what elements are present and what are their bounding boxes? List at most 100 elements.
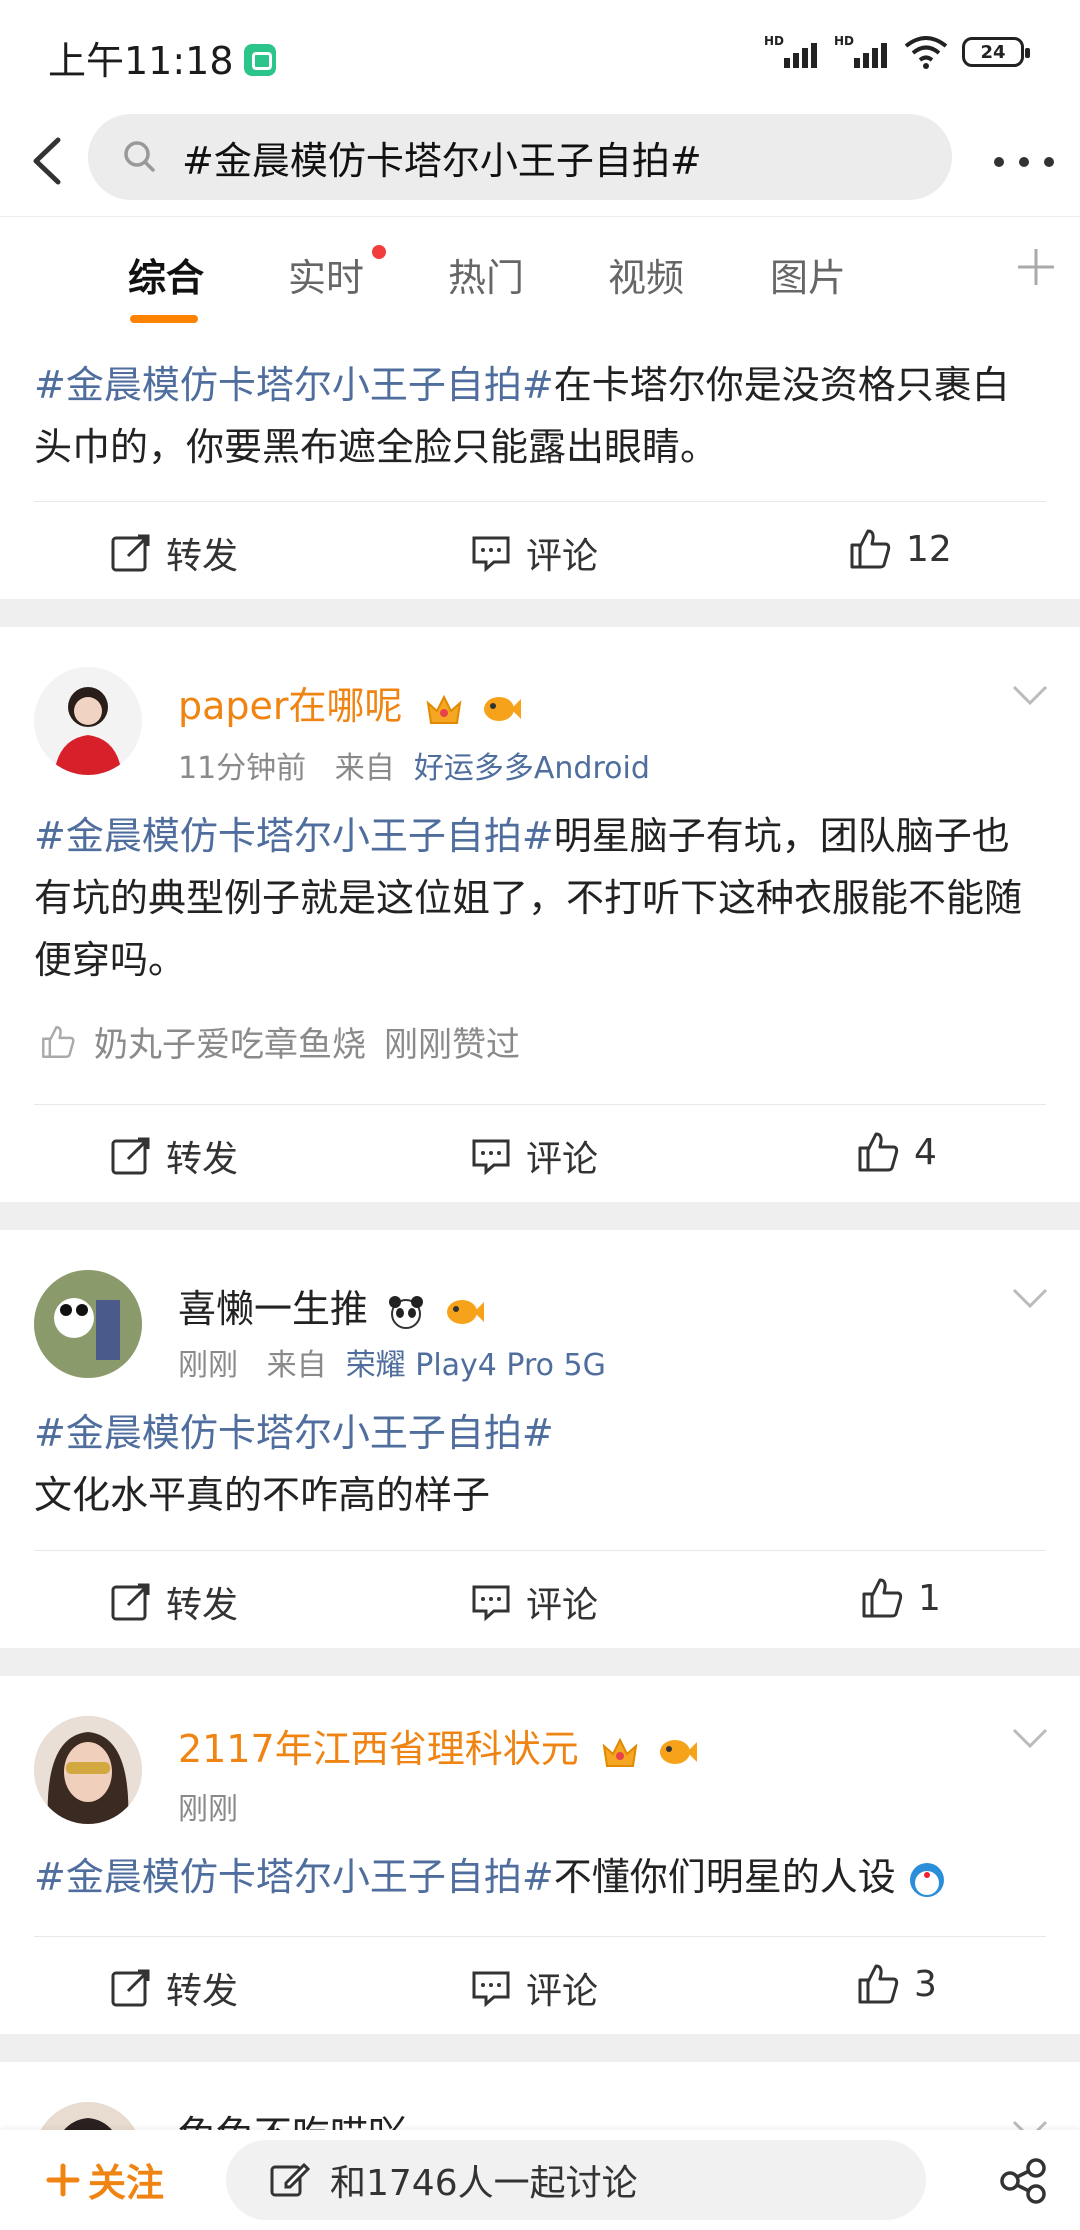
comment-button[interactable]: 评论	[470, 1130, 598, 1182]
like-icon	[850, 529, 891, 569]
doraemon-emoji-icon	[909, 1862, 944, 1897]
back-icon[interactable]	[22, 126, 78, 196]
comment-label: 评论	[526, 1971, 599, 2012]
comment-label: 评论	[526, 1585, 599, 1626]
signal-icon: HD	[764, 34, 820, 70]
post-card[interactable]: paper在哪呢 11分钟前 来自 好运多多Android #金晨模仿卡塔尔小王…	[0, 627, 1080, 1202]
like-button[interactable]: 3	[856, 1962, 937, 2006]
like-button[interactable]: 12	[848, 527, 952, 571]
avatar[interactable]	[34, 2102, 142, 2130]
panda-icon	[389, 1295, 424, 1329]
tab-hot[interactable]: 热门	[448, 247, 524, 302]
search-header: #金晨模仿卡塔尔小王子自拍#	[0, 110, 1080, 216]
username[interactable]: 2117年江西省理科状元	[178, 1718, 697, 1773]
post-meta: 11分钟前 来自 好运多多Android	[178, 751, 650, 786]
like-icon	[42, 1025, 75, 1058]
like-icon	[858, 1964, 899, 2004]
repost-icon	[111, 1583, 150, 1621]
battery-level: 24	[980, 41, 1006, 63]
post-card[interactable]: 兔兔不吃喵吖	[0, 2062, 1080, 2130]
follow-label: 关注	[88, 2161, 165, 2205]
avatar[interactable]	[34, 667, 142, 775]
like-count: 3	[914, 1963, 937, 2005]
tab-images[interactable]: 图片	[770, 247, 846, 302]
like-button[interactable]: 1	[860, 1576, 941, 1620]
repost-button[interactable]: 转发	[110, 1962, 238, 2014]
comment-icon	[472, 1585, 510, 1622]
comment-label: 评论	[526, 536, 599, 577]
battery-icon: 24	[962, 37, 1030, 67]
discuss-placeholder: 和1746人一起讨论	[330, 2163, 638, 2204]
fish-badge-icon	[659, 1739, 697, 1764]
vip-crown-icon	[426, 694, 462, 724]
bottom-bar: 关注 和1746人一起讨论	[0, 2130, 1080, 2230]
repost-button[interactable]: 转发	[110, 527, 238, 579]
post-text: #金晨模仿卡塔尔小王子自拍# 文化水平真的不咋高的样子	[34, 1402, 1044, 1526]
post-meta: 刚刚	[178, 1792, 238, 1827]
search-query: #金晨模仿卡塔尔小王子自拍#	[182, 138, 702, 183]
post-card[interactable]: #金晨模仿卡塔尔小王子自拍#在卡塔尔你是没资格只裹白头巾的，你要黑布遮全脸只能露…	[0, 331, 1080, 599]
like-count: 12	[906, 528, 952, 570]
username[interactable]: paper在哪呢	[178, 675, 521, 730]
liked-by-line: 奶丸子爱吃章鱼烧 刚刚赞过	[40, 1017, 520, 1066]
comment-icon	[472, 1139, 510, 1176]
username[interactable]: 喜懒一生推	[178, 1278, 485, 1333]
share-icon[interactable]	[998, 2156, 1048, 2206]
avatar[interactable]	[34, 1716, 142, 1824]
clock: 上午11:18	[48, 39, 234, 83]
chevron-down-icon[interactable]	[1010, 1286, 1050, 1310]
follow-button[interactable]: 关注	[46, 2152, 164, 2207]
like-icon	[858, 1132, 899, 1172]
tab-all[interactable]: 综合	[128, 247, 204, 302]
comment-button[interactable]: 评论	[470, 1962, 598, 2014]
fish-badge-icon	[483, 696, 521, 721]
discuss-input[interactable]: 和1746人一起讨论	[226, 2140, 926, 2220]
topic-link[interactable]: #金晨模仿卡塔尔小王子自拍#	[34, 1402, 1044, 1464]
repost-icon	[111, 534, 150, 572]
search-input[interactable]: #金晨模仿卡塔尔小王子自拍#	[88, 114, 952, 200]
topic-link[interactable]: #金晨模仿卡塔尔小王子自拍#	[34, 1855, 554, 1899]
repost-label: 转发	[166, 536, 239, 577]
vip-crown-icon	[602, 1737, 638, 1767]
post-body: 不懂你们明星的人设	[553, 1855, 896, 1899]
comment-icon	[472, 536, 510, 573]
wifi-icon	[904, 36, 948, 69]
repost-label: 转发	[166, 1585, 239, 1626]
plus-icon	[46, 2163, 80, 2196]
liked-when: 刚刚赞过	[384, 1025, 520, 1065]
like-button[interactable]: 4	[856, 1130, 937, 1174]
divider	[34, 1936, 1046, 1937]
status-icons: HD HD 24	[764, 34, 1030, 70]
dot-icon	[1019, 157, 1029, 167]
tab-video[interactable]: 视频	[608, 247, 684, 302]
topic-link[interactable]: #金晨模仿卡塔尔小王子自拍#	[34, 814, 554, 858]
liked-by-user[interactable]: 奶丸子爱吃章鱼烧	[94, 1017, 366, 1066]
repost-button[interactable]: 转发	[110, 1130, 238, 1182]
dot-icon	[994, 157, 1004, 167]
comment-button[interactable]: 评论	[470, 527, 598, 579]
comment-button[interactable]: 评论	[470, 1576, 598, 1628]
repost-button[interactable]: 转发	[110, 1576, 238, 1628]
more-options-button[interactable]	[994, 142, 1054, 182]
post-text: #金晨模仿卡塔尔小王子自拍#明星脑子有坑，团队脑子也有坑的典型例子就是这位姐了，…	[34, 805, 1044, 991]
repost-label: 转发	[166, 1139, 239, 1180]
topic-link[interactable]: #金晨模仿卡塔尔小王子自拍#	[34, 363, 554, 407]
post-text: #金晨模仿卡塔尔小王子自拍#不懂你们明星的人设	[34, 1846, 1044, 1908]
search-icon	[124, 141, 155, 172]
post-card[interactable]: 2117年江西省理科状元 刚刚 #金晨模仿卡塔尔小王子自拍#不懂你们明星的人设 …	[0, 1676, 1080, 2034]
repost-icon	[111, 1969, 150, 2007]
tab-realtime[interactable]: 实时	[288, 247, 364, 302]
add-tab-icon[interactable]	[1014, 245, 1058, 289]
edit-icon	[270, 2162, 310, 2197]
avatar[interactable]	[34, 1270, 142, 1378]
signal-icon: HD	[834, 34, 890, 70]
post-body: 文化水平真的不咋高的样子	[34, 1473, 491, 1517]
app-notification-icon	[243, 43, 276, 76]
post-meta: 刚刚 来自 荣耀 Play4 Pro 5G	[178, 1348, 606, 1383]
chevron-down-icon[interactable]	[1010, 683, 1050, 707]
like-count: 1	[918, 1577, 941, 1619]
chevron-down-icon[interactable]	[1010, 1726, 1050, 1750]
username[interactable]: 兔兔不吃喵吖	[178, 2104, 406, 2130]
chevron-down-icon[interactable]	[1010, 2118, 1050, 2130]
post-card[interactable]: 喜懒一生推 刚刚 来自 荣耀 Play4 Pro 5G #金晨模仿卡塔尔小王子自…	[0, 1230, 1080, 1648]
